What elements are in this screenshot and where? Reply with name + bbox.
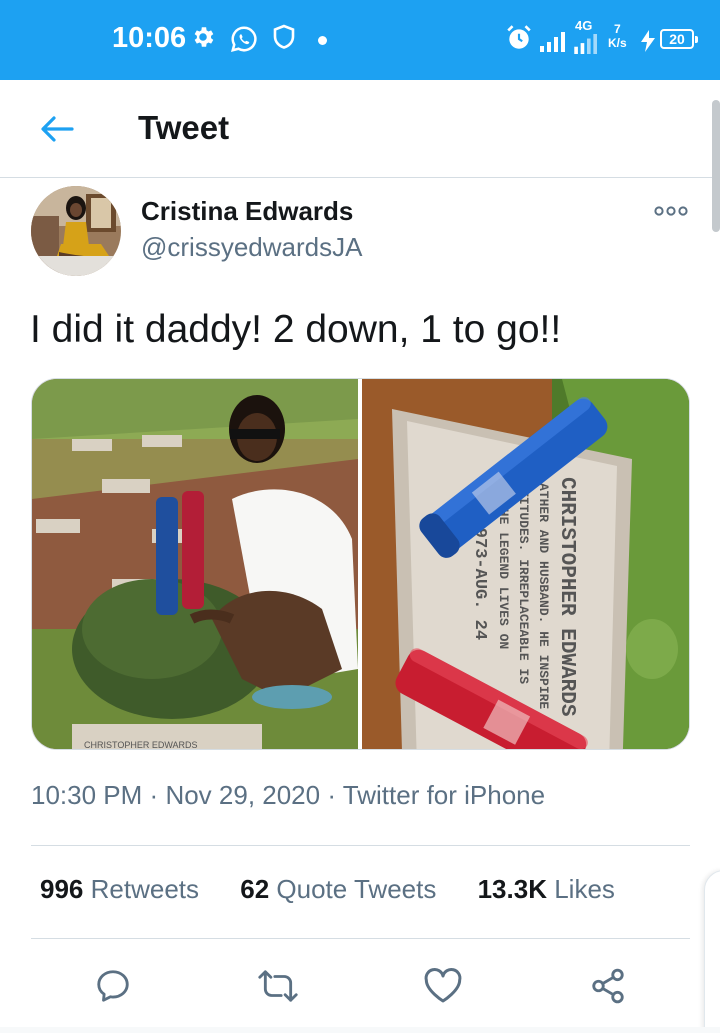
retweets-stat[interactable]: 996 Retweets <box>40 874 199 905</box>
tweet-stats: 996 Retweets 62 Quote Tweets 13.3K Likes <box>40 874 649 905</box>
right-plaque-line-4: THE LEGEND LIVES ON <box>496 501 511 649</box>
graveside-photo: CHRISTOPHER EDWARDS <box>32 379 358 750</box>
tweet-timestamp: 10:30 PM · Nov 29, 2020 · Twitter for iP… <box>31 780 545 811</box>
gear-icon <box>194 27 214 47</box>
tweet-text: I did it daddy! 2 down, 1 to go!! <box>30 308 562 351</box>
right-plaque-line-1: CHRISTOPHER EDWARDS <box>555 477 578 716</box>
like-button[interactable] <box>419 962 467 1010</box>
app-header: Tweet <box>0 80 720 178</box>
network-speed: 7 K/s <box>608 22 627 50</box>
retweet-icon <box>258 970 298 1002</box>
signal-icon <box>574 34 597 54</box>
signal-icon <box>540 32 565 52</box>
more-icon <box>654 206 688 216</box>
bottom-divider <box>0 1027 720 1033</box>
left-plaque-text: CHRISTOPHER EDWARDS <box>84 740 198 750</box>
retweets-label: Retweets <box>90 874 200 904</box>
status-time: 10:06 <box>112 22 187 54</box>
tweet-actions <box>0 960 720 1010</box>
back-button[interactable] <box>36 108 78 150</box>
more-options-button[interactable] <box>651 198 691 224</box>
page-title: Tweet <box>138 109 230 146</box>
quote-tweets-stat[interactable]: 62 Quote Tweets <box>240 874 436 905</box>
tweet-date: Nov 29, 2020 <box>165 780 321 810</box>
shield-icon <box>273 24 295 49</box>
arrow-left-icon <box>41 116 74 142</box>
avatar[interactable] <box>31 186 121 276</box>
notification-dot <box>318 36 327 45</box>
tweet-photo-1[interactable]: CHRISTOPHER EDWARDS <box>32 379 358 749</box>
divider <box>31 938 690 939</box>
reply-button[interactable] <box>89 962 137 1010</box>
author-handle[interactable]: @crissyedwardsJA <box>141 232 362 263</box>
likes-stat[interactable]: 13.3K Likes <box>478 874 615 905</box>
avatar-photo <box>31 186 121 276</box>
share-button[interactable] <box>584 962 632 1010</box>
charging-icon <box>641 30 655 52</box>
reply-icon <box>97 970 129 1002</box>
whatsapp-icon <box>230 26 257 53</box>
quotes-label: Quote Tweets <box>276 874 437 904</box>
likes-count: 13.3K <box>477 874 547 904</box>
likes-label: Likes <box>554 874 615 904</box>
alarm-icon <box>507 25 531 49</box>
share-icon <box>592 968 624 1004</box>
right-plaque-line-3: TITUDES. IRREPLACEABLE IS <box>516 489 531 684</box>
tweet-photo-2[interactable]: CHRISTOPHER EDWARDS ATHER AND HUSBAND. H… <box>362 379 689 749</box>
scrollbar[interactable] <box>712 100 720 232</box>
quotes-count: 62 <box>240 874 270 904</box>
right-plaque-line-2: ATHER AND HUSBAND. HE INSPIRE <box>536 483 551 709</box>
network-type: 4G <box>575 18 593 33</box>
meta-separator: · <box>327 780 337 810</box>
status-bar: 10:06 4G 7 K/s 20 <box>0 0 720 80</box>
retweets-count: 996 <box>40 874 84 904</box>
tweet-time: 10:30 PM <box>31 780 143 810</box>
retweet-button[interactable] <box>254 962 302 1010</box>
divider <box>31 845 690 846</box>
battery-indicator: 20 <box>660 29 698 49</box>
author-name[interactable]: Cristina Edwards <box>141 196 353 227</box>
like-icon <box>424 968 462 1003</box>
meta-separator: · <box>149 780 159 810</box>
tweet-source[interactable]: Twitter for iPhone <box>343 780 545 810</box>
floating-panel-edge <box>704 870 720 1033</box>
tweet-media[interactable]: CHRISTOPHER EDWARDS CHRISTOPHER EDWARDS … <box>31 378 690 750</box>
grave-marker-photo: CHRISTOPHER EDWARDS ATHER AND HUSBAND. H… <box>362 379 689 749</box>
